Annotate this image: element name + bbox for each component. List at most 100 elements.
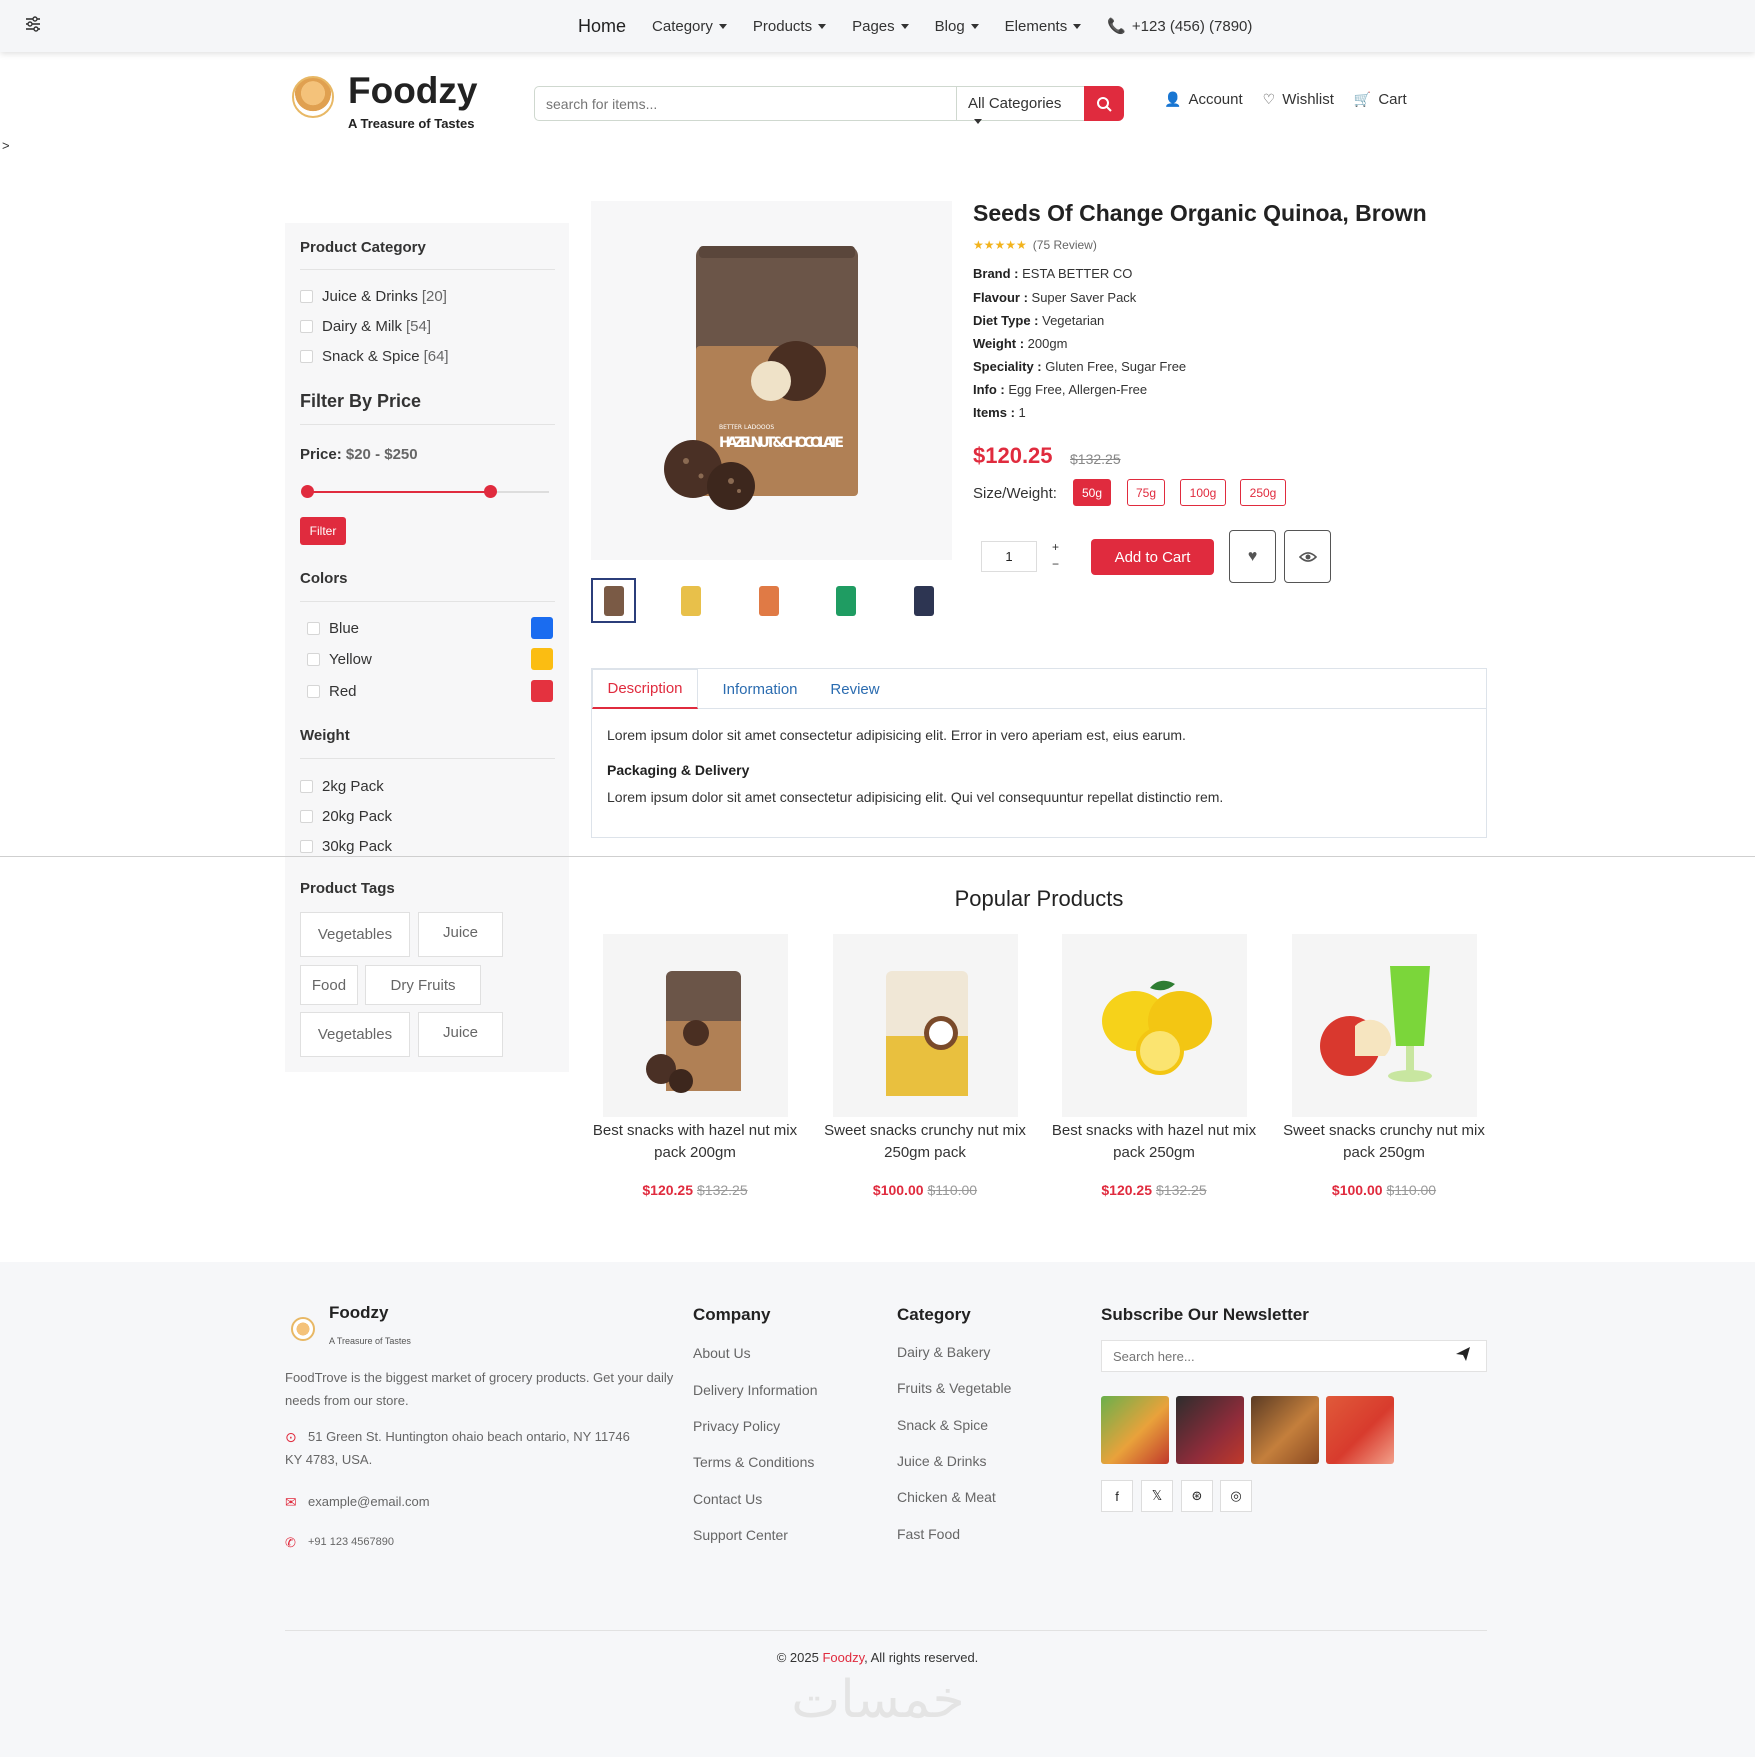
footer-link-terms[interactable]: Terms & Conditions (693, 1454, 814, 1470)
popular-product-image[interactable] (1292, 934, 1477, 1117)
footer-category-snack[interactable]: Snack & Spice (897, 1417, 988, 1433)
nav-category[interactable]: Category (652, 18, 727, 35)
nav-blog[interactable]: Blog (935, 18, 979, 35)
weight-checkbox-20kg[interactable]: 20kg Pack (300, 808, 392, 825)
checkbox[interactable] (300, 810, 313, 823)
checkbox[interactable] (307, 653, 320, 666)
account-link[interactable]: 👤 Account (1164, 91, 1243, 108)
nav-pages[interactable]: Pages (852, 18, 909, 35)
product-main-image[interactable]: BETTER LADOOOS HAZELNUT & CHOCOLATE (591, 201, 952, 560)
checkbox[interactable] (300, 290, 313, 303)
quantity-increase-button[interactable]: + (1052, 540, 1059, 554)
price-slider-min-handle[interactable] (300, 485, 314, 498)
popular-product-image[interactable] (1062, 934, 1247, 1117)
tag-juice[interactable]: Juice (418, 1012, 503, 1057)
dribbble-icon[interactable]: ⊛ (1181, 1480, 1213, 1512)
gallery-image-fish[interactable] (1326, 1396, 1394, 1464)
nav-phone[interactable]: 📞 +123 (456) (7890) (1107, 17, 1252, 35)
price-slider[interactable] (300, 485, 549, 498)
search-input[interactable] (534, 86, 957, 121)
footer-link-about[interactable]: About Us (693, 1345, 751, 1361)
gallery-image-spices[interactable] (1251, 1396, 1319, 1464)
tag-food[interactable]: Food (300, 965, 358, 1005)
footer-logo-image[interactable] (291, 1317, 315, 1341)
tag-dry-fruits[interactable]: Dry Fruits (365, 965, 481, 1005)
footer-brand[interactable]: Foodzy (329, 1303, 389, 1323)
star-rating-icon: ★★★★★ (973, 238, 1027, 252)
tab-description[interactable]: Description (592, 669, 698, 709)
checkbox[interactable] (300, 780, 313, 793)
weight-checkbox-2kg[interactable]: 2kg Pack (300, 778, 384, 795)
color-checkbox-red[interactable]: Red (307, 683, 357, 700)
footer-category-chicken[interactable]: Chicken & Meat (897, 1489, 996, 1505)
price-slider-max-handle[interactable] (484, 485, 498, 498)
newsletter-input[interactable] (1101, 1340, 1487, 1372)
checkbox[interactable] (307, 685, 320, 698)
quantity-input[interactable]: 1 (981, 541, 1037, 572)
checkbox[interactable] (307, 622, 320, 635)
popular-product-name[interactable]: Best snacks with hazel nut mix pack 250g… (1051, 1120, 1257, 1164)
weight-checkbox-30kg[interactable]: 30kg Pack (300, 838, 392, 855)
filter-menu-icon[interactable] (24, 16, 46, 34)
category-checkbox-dairy[interactable]: Dairy & Milk [54] (300, 318, 431, 335)
nav-elements[interactable]: Elements (1005, 18, 1082, 35)
size-option-250g[interactable]: 250g (1240, 479, 1286, 506)
size-option-50g[interactable]: 50g (1073, 479, 1111, 506)
thumbnail-3[interactable] (746, 578, 791, 623)
filter-button[interactable]: Filter (300, 517, 346, 545)
footer-category-fastfood[interactable]: Fast Food (897, 1526, 960, 1542)
popular-product-image[interactable] (833, 934, 1018, 1117)
cart-link[interactable]: 🛒 Cart (1354, 91, 1407, 108)
thumbnail-1[interactable] (591, 578, 636, 623)
copyright-brand[interactable]: Foodzy (822, 1650, 864, 1665)
footer-category-juice[interactable]: Juice & Drinks (897, 1453, 986, 1469)
footer-link-contact[interactable]: Contact Us (693, 1491, 762, 1507)
instagram-icon[interactable]: ◎ (1220, 1480, 1252, 1512)
popular-product-name[interactable]: Sweet snacks crunchy nut mix 250gm pack (822, 1120, 1028, 1164)
gallery-image-meat[interactable] (1176, 1396, 1244, 1464)
quantity-decrease-button[interactable]: − (1052, 557, 1059, 571)
footer-link-support[interactable]: Support Center (693, 1527, 788, 1543)
checkbox[interactable] (300, 350, 313, 363)
tag-vegetables[interactable]: Vegetables (300, 1012, 410, 1057)
logo-image[interactable] (292, 76, 334, 118)
quick-view-button[interactable] (1284, 530, 1331, 583)
facebook-icon[interactable]: f (1101, 1480, 1133, 1512)
wishlist-link[interactable]: ♡ Wishlist (1263, 91, 1334, 108)
send-icon[interactable] (1455, 1346, 1471, 1365)
search-button[interactable] (1084, 86, 1124, 121)
nav-home[interactable]: Home (578, 16, 626, 37)
footer-phone[interactable]: +91 123 4567890 (308, 1531, 394, 1554)
size-option-100g[interactable]: 100g (1180, 479, 1226, 506)
tag-juice[interactable]: Juice (418, 912, 503, 957)
color-checkbox-blue[interactable]: Blue (307, 620, 359, 637)
footer-link-delivery[interactable]: Delivery Information (693, 1382, 818, 1398)
footer-category-dairy[interactable]: Dairy & Bakery (897, 1344, 990, 1360)
footer-link-privacy[interactable]: Privacy Policy (693, 1418, 780, 1434)
checkbox[interactable] (300, 840, 313, 853)
thumbnail-5[interactable] (901, 578, 946, 623)
tab-review[interactable]: Review (820, 669, 890, 709)
footer-email[interactable]: example@email.com (308, 1490, 430, 1513)
wishlist-button[interactable]: ♥ (1229, 530, 1276, 583)
thumbnail-2[interactable] (668, 578, 713, 623)
footer-category-fruits[interactable]: Fruits & Vegetable (897, 1380, 1011, 1396)
tab-information[interactable]: Information (704, 669, 816, 709)
category-checkbox-juice[interactable]: Juice & Drinks [20] (300, 288, 447, 305)
popular-product-name[interactable]: Sweet snacks crunchy nut mix pack 250gm (1281, 1120, 1487, 1164)
popular-product-image[interactable] (603, 934, 788, 1117)
thumbnail-4[interactable] (823, 578, 868, 623)
review-count[interactable]: (75 Review) (1033, 238, 1097, 252)
gallery-image-vegetables[interactable] (1101, 1396, 1169, 1464)
color-checkbox-yellow[interactable]: Yellow (307, 651, 372, 668)
popular-product-name[interactable]: Best snacks with hazel nut mix pack 200g… (592, 1120, 798, 1164)
logo-brand[interactable]: Foodzy (348, 70, 477, 112)
add-to-cart-button[interactable]: Add to Cart (1091, 539, 1214, 575)
x-twitter-icon[interactable]: 𝕏 (1141, 1480, 1173, 1512)
category-select[interactable]: All Categories (956, 86, 1085, 124)
tag-vegetables[interactable]: Vegetables (300, 912, 410, 957)
nav-products[interactable]: Products (753, 18, 827, 35)
size-option-75g[interactable]: 75g (1127, 479, 1165, 506)
category-checkbox-snack[interactable]: Snack & Spice [64] (300, 348, 449, 365)
checkbox[interactable] (300, 320, 313, 333)
